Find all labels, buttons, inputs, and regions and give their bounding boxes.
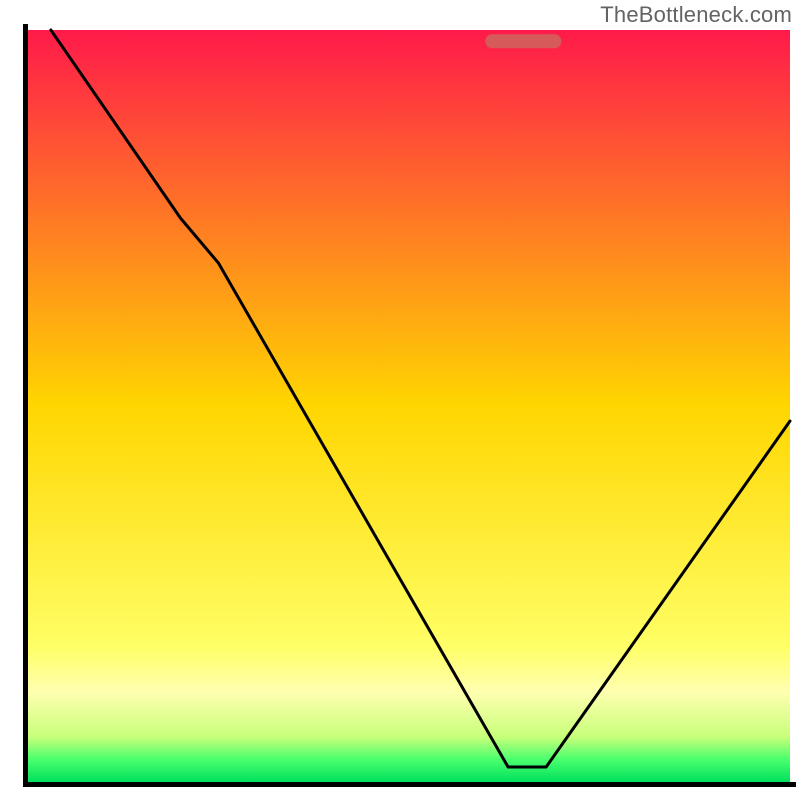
plot-area — [23, 24, 796, 787]
chart-svg — [0, 0, 800, 800]
y-axis — [23, 24, 28, 787]
watermark-text: TheBottleneck.com — [600, 2, 792, 28]
gradient-background — [28, 30, 790, 782]
x-axis — [23, 782, 796, 787]
chart-container: TheBottleneck.com — [0, 0, 800, 800]
optimal-range-marker — [485, 34, 561, 48]
